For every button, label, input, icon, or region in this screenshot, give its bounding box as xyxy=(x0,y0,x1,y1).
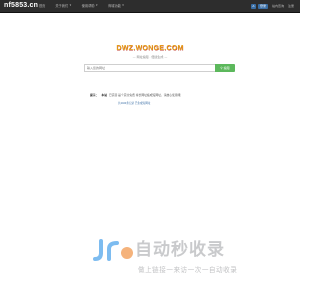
main-nav: 首页 关于我们▼ 使用帮助▼ 商城功能▼ xyxy=(34,0,129,12)
watermark-logo-r-shape xyxy=(107,241,119,261)
notice-label: 提示： xyxy=(90,93,99,97)
nav-item-label: 关于我们 xyxy=(55,3,69,8)
search-icon: ⚲ xyxy=(220,66,223,70)
header-right-tools: A 登录 站内查询 注册 xyxy=(250,0,294,12)
site-query-link[interactable]: 站内查询 xyxy=(270,0,284,12)
user-icon[interactable]: A xyxy=(250,3,256,9)
chevron-down-icon: ▼ xyxy=(95,4,99,8)
logo-tagline: — 网址缩短 · 便捷生成 — xyxy=(132,55,168,59)
watermark-logo-j-shape xyxy=(93,239,103,261)
notice-text: 已完善 是个完全免费 将长网址缩成短网址，请放心使用哦 xyxy=(109,93,181,97)
register-link[interactable]: 注册 xyxy=(286,0,294,12)
watermark-title: 自动秒收录 xyxy=(135,240,225,260)
watermark: 自动秒收录 做上链接一来访一次一自动收录 xyxy=(93,239,283,279)
nav-item-label: 使用帮助 xyxy=(81,3,95,8)
record-count-link[interactable]: 共2024条记录 已生成短网址 xyxy=(118,101,150,105)
nav-item-label: 首页 xyxy=(39,4,46,8)
top-navbar: nf5853.cn 首页 关于我们▼ 使用帮助▼ 商城功能▼ A 登录 站内查询… xyxy=(0,0,300,13)
nav-item-help[interactable]: 使用帮助▼ xyxy=(77,0,103,12)
site-logo: DWZ.WONGE.COM xyxy=(116,45,184,52)
watermark-logo-dot xyxy=(121,247,133,259)
search-bar: ⚲ 缩短 xyxy=(84,64,235,72)
login-button[interactable]: 登录 xyxy=(257,3,268,9)
nav-item-about[interactable]: 关于我们▼ xyxy=(50,0,76,12)
chevron-down-icon: ▼ xyxy=(121,4,125,8)
notice-line: 提示： 本站 已完善 是个完全免费 将长网址缩成短网址，请放心使用哦 xyxy=(90,93,280,97)
watermark-logo-icon xyxy=(93,239,133,261)
shorten-button-label: 缩短 xyxy=(223,66,230,70)
shorten-button[interactable]: ⚲ 缩短 xyxy=(215,64,235,72)
watermark-subtitle: 做上链接一来访一次一自动收录 xyxy=(138,266,238,274)
chevron-down-icon: ▼ xyxy=(69,4,72,8)
notice-site: 本站 xyxy=(101,93,108,97)
nav-item-home[interactable]: 首页 xyxy=(34,0,50,12)
nav-item-label: 商城功能 xyxy=(108,3,121,8)
url-input[interactable] xyxy=(84,64,215,72)
nav-item-features[interactable]: 商城功能▼ xyxy=(103,0,129,12)
site-logo-block: DWZ.WONGE.COM — 网址缩短 · 便捷生成 — xyxy=(0,35,300,59)
site-brand[interactable]: nf5853.cn xyxy=(4,1,38,11)
